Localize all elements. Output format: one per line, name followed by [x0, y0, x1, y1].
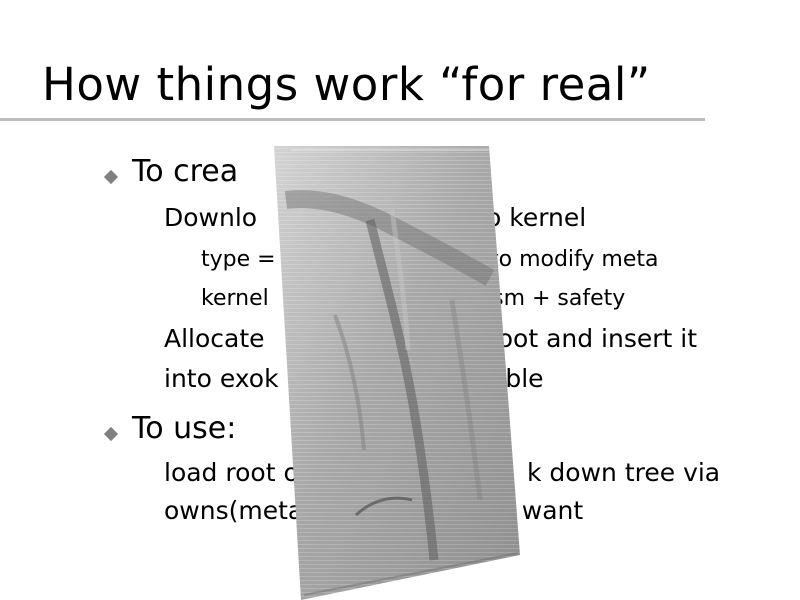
slide: How things work “for real” To crea Downl… [0, 0, 800, 600]
sub-bullet-3-left: load root o [164, 458, 299, 487]
sub-bullet-1-left: Downlo [164, 203, 258, 232]
bullet-2-text: To use: [132, 411, 237, 446]
bullet-2-icon [103, 426, 119, 442]
subsub-bullet-2-left: kernel [201, 286, 269, 311]
subsub-bullet-1-left: type = [201, 247, 276, 272]
bullet-1-text: To crea [132, 154, 239, 189]
title-divider [0, 118, 705, 121]
subsub-bullet-2-right: ism + safety [486, 286, 626, 311]
sub-bullet-4-left: owns(meta) [164, 496, 313, 525]
slide-title: How things work “for real” [42, 58, 651, 111]
sub-bullet-4-right: u want [498, 496, 584, 525]
sub-bullet-2-right: root and insert it [488, 324, 698, 353]
sub-bullet-1-right: o kernel [486, 203, 587, 232]
sub-bullet-2-continuation-right: able [490, 364, 544, 393]
sub-bullet-2-left: Allocate [164, 324, 265, 353]
subsub-bullet-1-right: to modify meta [490, 247, 659, 272]
sub-bullet-2-continuation-left: into exok [164, 364, 279, 393]
sub-bullet-3-right: k down tree via [527, 458, 721, 487]
bullet-1-icon [103, 169, 119, 185]
